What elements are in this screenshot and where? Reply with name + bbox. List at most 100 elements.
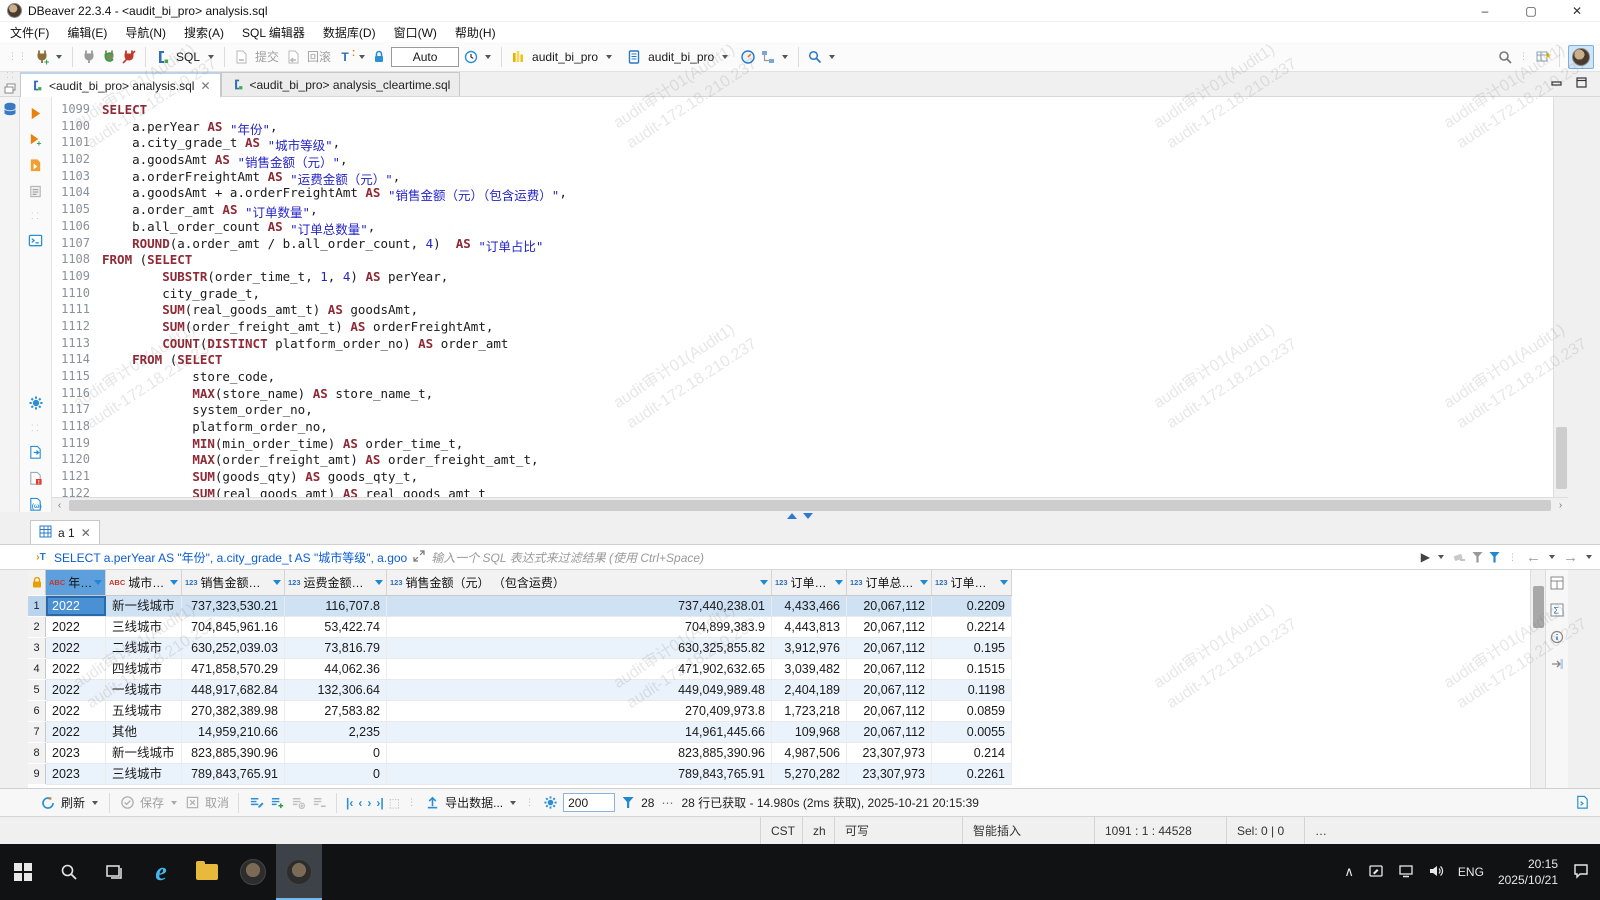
sql-editor-label[interactable]: SQL [176,50,200,64]
execute-new-tab-icon[interactable]: + [28,131,44,147]
code-line[interactable]: 1116 MAX(store_name) AS store_name_t, [52,386,1553,403]
editor-settings-gear-icon[interactable] [28,395,44,411]
code-line[interactable]: 1103 a.orderFreightAmt AS "运费金额（元）", [52,169,1553,186]
cell[interactable]: 789,843,765.91 [387,764,772,784]
splitter-down-icon[interactable] [803,513,813,519]
metadata-panel-icon[interactable] [1550,630,1564,647]
cell[interactable]: 2,404,189 [772,680,847,700]
cell[interactable]: 4,443,813 [772,617,847,637]
editor-horizontal-scrollbar[interactable]: ‹ › [52,497,1568,512]
menu-item-0[interactable]: 文件(F) [10,24,49,41]
reconnect-icon[interactable] [101,49,117,65]
sql-console-icon[interactable] [28,232,44,248]
code-line[interactable]: 1121 SUM(goods_qty) AS goods_qty_t, [52,469,1553,486]
code-line[interactable]: 1106 b.all_order_count AS "订单总数量", [52,219,1553,236]
row-number[interactable]: 3 [28,638,46,658]
cell[interactable]: 2022 [46,680,106,700]
disconnect-icon[interactable] [121,49,137,65]
toolbar-search-icon[interactable] [807,49,823,65]
task-view-icon[interactable] [92,844,138,900]
file-explorer-icon[interactable] [184,844,230,900]
toolbar-search-caret[interactable] [829,55,835,59]
sql-editor-area[interactable]: 1099SELECT1100 a.perYear AS "年份",1101 a.… [52,97,1553,497]
cell[interactable]: 132,306.64 [285,680,387,700]
schema-selector[interactable]: audit_bi_pro [648,50,714,64]
column-header-6[interactable]: 123订单总数量 [847,570,932,595]
column-header-2[interactable]: 123销售金额（元） [182,570,285,595]
cancel-icon[interactable] [184,795,200,811]
export-data-label[interactable]: 导出数据... [445,794,503,811]
rollback-label[interactable]: 回滚 [307,48,331,65]
editor-tab-0[interactable]: <audit_bi_pro> analysis.sql✕ [20,72,221,97]
cell[interactable]: 270,382,389.98 [182,701,285,721]
cell[interactable]: 2022 [46,722,106,742]
tab-close-icon[interactable]: ✕ [200,79,210,93]
code-line[interactable]: 1122 SUM(real_goods_amt) AS real_goods_a… [52,486,1553,497]
filter-expand-icon[interactable] [413,550,425,565]
cell[interactable]: 三线城市 [106,617,182,637]
cell[interactable]: 20,067,112 [847,701,932,721]
cell[interactable]: 27,583.82 [285,701,387,721]
cell[interactable]: 109,968 [772,722,847,742]
results-grid[interactable]: ABC年份ABC城市等级123销售金额（元）123运费金额（元）123销售金额（… [28,570,1530,788]
open-perspective-icon[interactable]: ★ [1535,49,1551,65]
cell[interactable]: 20,067,112 [847,617,932,637]
taskbar-search-icon[interactable] [46,844,92,900]
cell[interactable]: 704,845,961.16 [182,617,285,637]
refresh-caret[interactable] [92,801,98,805]
row-number[interactable]: 4 [28,659,46,679]
cell[interactable]: 270,409,973.8 [387,701,772,721]
aggregate-panel-icon[interactable]: Σ [1550,603,1564,620]
references-panel-icon[interactable] [1550,657,1564,674]
menu-item-7[interactable]: 帮助(H) [455,24,496,41]
autocommit-lock-icon[interactable] [371,49,387,65]
new-connection-caret[interactable] [56,55,62,59]
dbeaver-taskbar-icon[interactable] [230,844,276,900]
code-line[interactable]: 1099SELECT [52,102,1553,119]
start-button[interactable] [0,844,46,900]
tray-expand-icon[interactable]: ∧ [1344,864,1354,880]
connection-caret[interactable] [606,55,612,59]
fetch-size-input[interactable]: 200 [563,793,615,812]
cell[interactable]: 四线城市 [106,659,182,679]
commit-icon[interactable] [233,49,249,65]
variables-icon[interactable]: (ω) [28,496,44,512]
cell[interactable]: 20,067,112 [847,722,932,742]
cell[interactable]: 五线城市 [106,701,182,721]
row-number[interactable]: 6 [28,701,46,721]
cell[interactable]: 0.2209 [932,596,1012,616]
code-line[interactable]: 1107 ROUND(a.order_amt / b.all_order_cou… [52,236,1553,253]
refresh-label[interactable]: 刷新 [61,794,85,811]
table-row-3[interactable]: 32022二线城市630,252,039.0373,816.79630,325,… [46,638,1012,659]
cell[interactable]: 116,707.8 [285,596,387,616]
cell[interactable]: 23,307,973 [847,764,932,784]
column-header-7[interactable]: 123订单占比 [932,570,1012,595]
results-tab-close-icon[interactable]: ✕ [81,526,91,540]
code-line[interactable]: 1117 system_order_no, [52,402,1553,419]
row-number[interactable]: 1 [28,596,46,616]
cell[interactable]: 三线城市 [106,764,182,784]
cell[interactable]: 0.195 [932,638,1012,658]
dashboard-icon[interactable] [740,49,756,65]
code-line[interactable]: 1120 MAX(order_freight_amt) AS order_fre… [52,452,1553,469]
duplicate-row-icon[interactable] [290,795,306,811]
code-line[interactable]: 1118 platform_order_no, [52,419,1553,436]
fetch-all-icon[interactable]: ⬚ [389,796,400,810]
column-dropdown-icon[interactable] [835,580,843,585]
export-data-caret[interactable] [510,801,516,805]
cell[interactable]: 其他 [106,722,182,742]
action-center-icon[interactable] [1572,862,1590,883]
code-line[interactable]: 1105 a.order_amt AS "订单数量", [52,202,1553,219]
query-history-icon[interactable] [463,49,479,65]
row-number[interactable]: 2 [28,617,46,637]
schema-caret[interactable] [722,55,728,59]
edit-cell-icon[interactable] [248,795,264,811]
menu-item-1[interactable]: 编辑(E) [67,24,107,41]
menu-item-4[interactable]: SQL 编辑器 [242,24,305,41]
row-number[interactable]: 5 [28,680,46,700]
cell[interactable]: 2023 [46,743,106,763]
cell[interactable]: 630,252,039.03 [182,638,285,658]
cell[interactable]: 0.0055 [932,722,1012,742]
explain-plan-icon[interactable] [28,183,44,199]
column-dropdown-icon[interactable] [170,580,178,585]
